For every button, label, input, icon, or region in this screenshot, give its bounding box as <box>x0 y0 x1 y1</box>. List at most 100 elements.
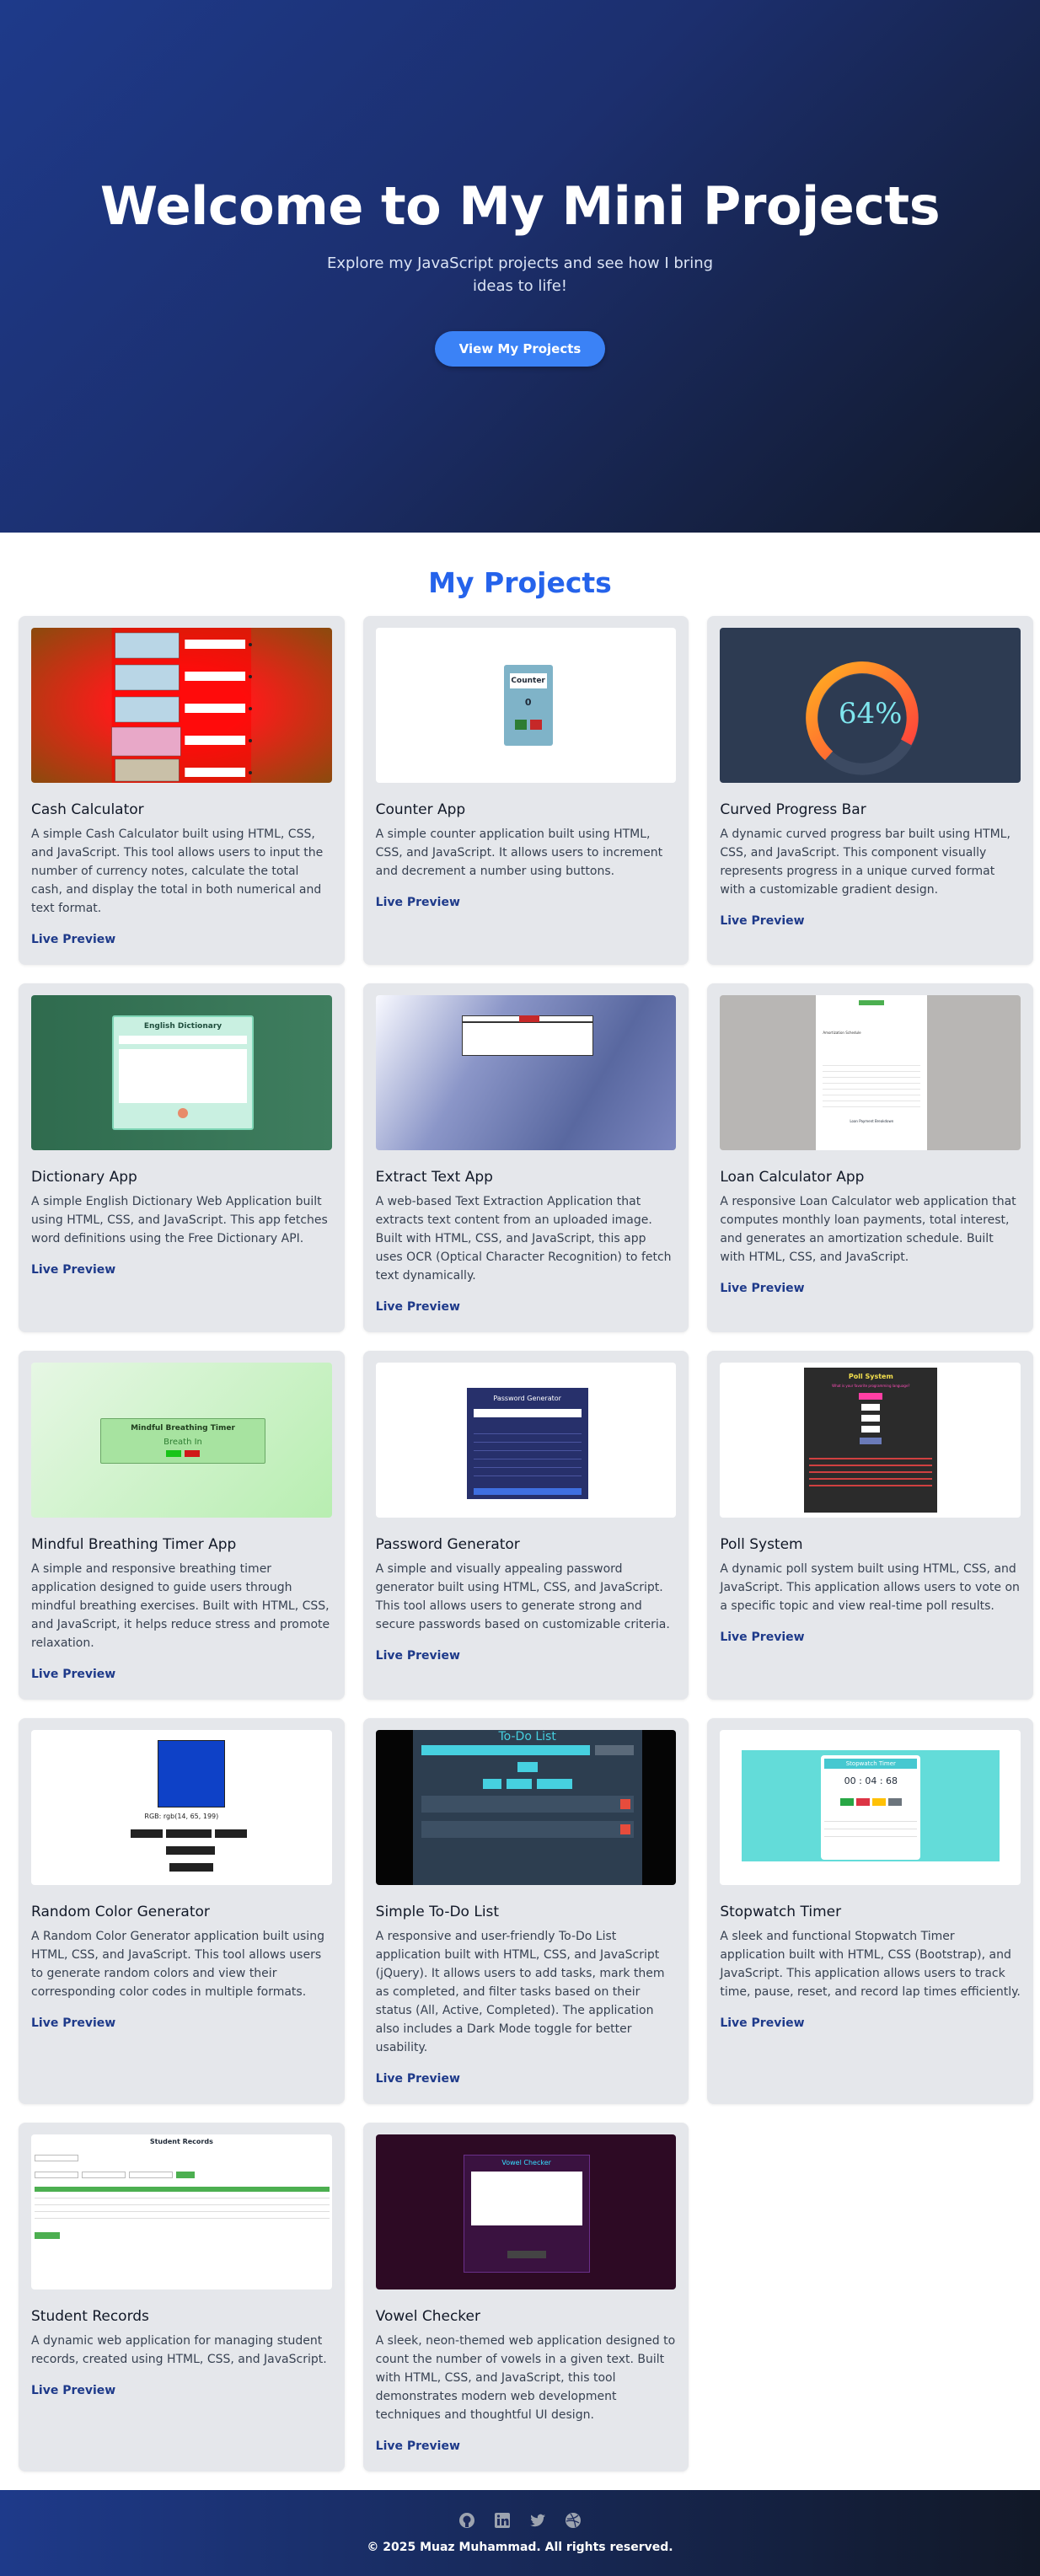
loan-thumb-caption: Amortization Schedule <box>823 1031 861 1035</box>
project-card-counter-app: Counter 0 Counter App A simple counter a… <box>362 616 689 965</box>
project-card-cash-calculator: Cash Calculator A simple Cash Calculator… <box>19 616 345 965</box>
project-description: A dynamic web application for managing s… <box>31 2334 327 2366</box>
project-thumbnail: To-Do List <box>375 1730 677 1885</box>
project-thumbnail: 64% <box>720 628 1021 783</box>
hero-subtitle: Explore my JavaScript projects and see h… <box>326 254 714 295</box>
live-preview-link[interactable]: Live Preview <box>31 2016 115 2030</box>
project-title: Extract Text App <box>375 1169 493 1186</box>
project-card-student-records: Student Records Student Records A dynami… <box>19 2123 345 2472</box>
progress-thumb-value: 64% <box>838 697 903 731</box>
copyright-text: © 2025 Muaz Muhammad. All rights reserve… <box>367 2541 673 2554</box>
project-thumbnail <box>31 628 332 783</box>
project-description: A simple counter application built using… <box>375 827 663 878</box>
project-card-dictionary-app: English Dictionary Dictionary App A simp… <box>19 983 345 1332</box>
live-preview-link[interactable]: Live Preview <box>720 2016 804 2030</box>
counter-thumb-title: Counter <box>509 673 547 688</box>
project-title: Simple To-Do List <box>375 1904 500 1920</box>
records-thumb-title: Student Records <box>149 2138 213 2145</box>
project-description: A dynamic poll system built using HTML, … <box>720 1562 1020 1613</box>
project-title: Loan Calculator App <box>720 1169 865 1186</box>
project-thumbnail <box>375 995 677 1150</box>
stopwatch-thumb-title: Stopwatch Timer <box>824 1759 918 1769</box>
project-title: Dictionary App <box>31 1169 137 1186</box>
project-description: A simple Cash Calculator built using HTM… <box>31 827 324 915</box>
project-card-simple-todo-list: To-Do List Simple To-Do List A responsiv… <box>362 1718 689 2104</box>
todo-thumb-title: To-Do List <box>498 1730 556 1743</box>
linkedin-icon[interactable] <box>494 2512 511 2529</box>
live-preview-link[interactable]: Live Preview <box>720 914 804 928</box>
vowel-thumb-title: Vowel Checker <box>501 2159 551 2166</box>
project-thumbnail: Student Records <box>31 2134 332 2289</box>
project-thumbnail: RGB: rgb(14, 65, 199) <box>31 1730 332 1885</box>
live-preview-link[interactable]: Live Preview <box>31 2384 115 2397</box>
live-preview-link[interactable]: Live Preview <box>31 933 115 946</box>
loan-thumb-breakdown: Loan Payment Breakdown <box>850 1119 894 1123</box>
project-title: Student Records <box>31 2308 149 2325</box>
project-card-loan-calculator-app: Amortization Schedule Loan Payment Break… <box>707 983 1033 1332</box>
project-title: Stopwatch Timer <box>720 1904 842 1920</box>
project-description: A simple and responsive breathing timer … <box>31 1562 330 1650</box>
dictionary-thumb-title: English Dictionary <box>143 1022 222 1031</box>
project-card-vowel-checker: Vowel Checker Vowel Checker A sleek, neo… <box>362 2123 689 2472</box>
project-thumbnail: English Dictionary <box>31 995 332 1150</box>
project-thumbnail: Vowel Checker <box>375 2134 677 2289</box>
poll-thumb-title: Poll System <box>848 1373 893 1380</box>
project-description: A responsive and user-friendly To-Do Lis… <box>375 1930 665 2054</box>
view-projects-button[interactable]: View My Projects <box>434 330 606 367</box>
project-thumbnail: Stopwatch Timer 00 : 04 : 68 <box>720 1730 1021 1885</box>
counter-thumb-value: 0 <box>524 697 532 708</box>
project-card-stopwatch-timer: Stopwatch Timer 00 : 04 : 68 Stopwatch T… <box>707 1718 1033 2104</box>
live-preview-link[interactable]: Live Preview <box>376 2072 460 2086</box>
stopwatch-thumb-time: 00 : 04 : 68 <box>844 1775 898 1786</box>
project-description: A Random Color Generator application bui… <box>31 1930 324 1999</box>
project-title: Counter App <box>375 801 466 818</box>
social-links <box>458 2512 582 2529</box>
project-thumbnail: Poll System What is your favorite progra… <box>720 1363 1021 1518</box>
project-title: Poll System <box>720 1536 803 1553</box>
live-preview-link[interactable]: Live Preview <box>720 1282 804 1295</box>
hero-section: Welcome to My Mini Projects Explore my J… <box>0 0 1040 533</box>
live-preview-link[interactable]: Live Preview <box>376 1300 460 1314</box>
password-thumb-title: Password Generator <box>493 1395 561 1402</box>
project-card-random-color-generator: RGB: rgb(14, 65, 199) Random Color Gener… <box>19 1718 345 2104</box>
breath-thumb-title: Mindful Breathing Timer <box>131 1424 235 1433</box>
projects-heading: My Projects <box>428 566 612 599</box>
github-icon[interactable] <box>458 2512 475 2529</box>
color-thumb-code: RGB: rgb(14, 65, 199) <box>144 1813 219 1820</box>
poll-thumb-question: What is your favorite programming langua… <box>832 1384 910 1388</box>
project-card-mindful-breathing-timer: Mindful Breathing Timer Breath In Mindfu… <box>19 1351 345 1700</box>
live-preview-link[interactable]: Live Preview <box>31 1668 115 1681</box>
project-title: Curved Progress Bar <box>720 801 866 818</box>
project-card-curved-progress-bar: 64% Curved Progress Bar A dynamic curved… <box>707 616 1033 965</box>
project-description: A simple English Dictionary Web Applicat… <box>31 1195 328 1245</box>
project-card-poll-system: Poll System What is your favorite progra… <box>707 1351 1033 1700</box>
projects-grid: Cash Calculator A simple Cash Calculator… <box>0 616 1040 2472</box>
project-card-extract-text-app: Extract Text App A web-based Text Extrac… <box>362 983 689 1332</box>
hero-title: Welcome to My Mini Projects <box>99 174 941 237</box>
project-title: Password Generator <box>375 1536 520 1553</box>
live-preview-link[interactable]: Live Preview <box>376 1649 460 1663</box>
projects-section: My Projects Cash Calculator A simple Cas… <box>0 533 1040 2490</box>
live-preview-link[interactable]: Live Preview <box>376 896 460 909</box>
dribbble-icon[interactable] <box>565 2512 582 2529</box>
live-preview-link[interactable]: Live Preview <box>31 1263 115 1277</box>
project-title: Cash Calculator <box>31 801 144 818</box>
project-title: Random Color Generator <box>31 1904 210 1920</box>
project-description: A web-based Text Extraction Application … <box>375 1195 672 1283</box>
twitter-icon[interactable] <box>529 2512 546 2529</box>
site-footer: © 2025 Muaz Muhammad. All rights reserve… <box>0 2490 1040 2576</box>
live-preview-link[interactable]: Live Preview <box>720 1631 804 1644</box>
project-title: Mindful Breathing Timer App <box>31 1536 237 1553</box>
breath-thumb-state: Breath In <box>164 1438 202 1447</box>
project-description: A responsive Loan Calculator web applica… <box>720 1195 1016 1264</box>
project-thumbnail: Password Generator <box>375 1363 677 1518</box>
live-preview-link[interactable]: Live Preview <box>376 2439 460 2453</box>
project-thumbnail: Amortization Schedule Loan Payment Break… <box>720 995 1021 1150</box>
project-description: A sleek and functional Stopwatch Timer a… <box>720 1930 1021 1999</box>
project-thumbnail: Counter 0 <box>375 628 677 783</box>
project-card-password-generator: Password Generator Password Generator A … <box>362 1351 689 1700</box>
project-title: Vowel Checker <box>375 2308 480 2325</box>
project-description: A simple and visually appealing password… <box>375 1562 670 1631</box>
project-description: A dynamic curved progress bar built usin… <box>720 827 1011 897</box>
project-thumbnail: Mindful Breathing Timer Breath In <box>31 1363 332 1518</box>
